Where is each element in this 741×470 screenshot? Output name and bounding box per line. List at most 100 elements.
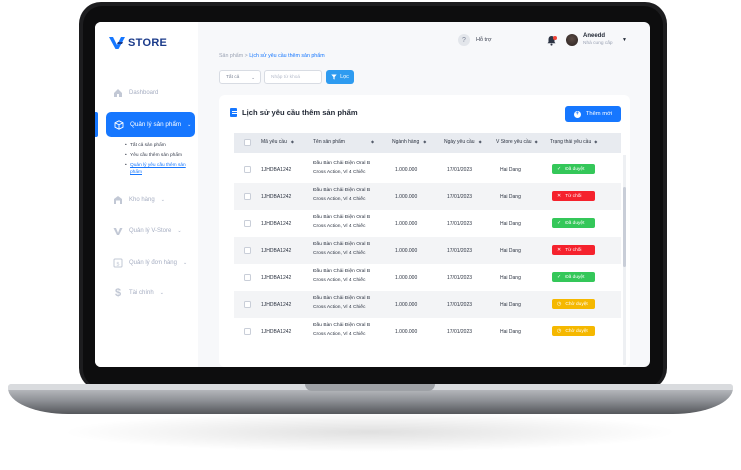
row-checkbox[interactable] [244,247,251,254]
table-row[interactable]: 1JHDBA1242 Đầu Bàn Chải Điện Oral B Cross… [234,264,621,291]
chevron-down-icon: ⌄ [187,121,192,128]
status-label: Từ chối [565,193,582,199]
cell-category: 1.000.000 [395,248,418,254]
help-link[interactable]: ? Hỗ trợ [458,34,492,46]
requests-card: Lịch sử yêu cầu thêm sản phẩm + Thêm mới… [219,95,630,367]
sidebar-item-dashboard[interactable]: Dashboard [113,88,158,98]
sort-icon: ◆ [534,139,538,144]
submenu-all-products[interactable]: Tất cả sản phẩm [125,143,166,150]
breadcrumb-root[interactable]: Sản phẩm [219,53,243,59]
user-role: Nhà cung cấp [583,41,613,46]
row-checkbox[interactable] [244,193,251,200]
column-header-label: Ngày yêu cầu [444,139,475,145]
home-icon [113,88,123,98]
avatar[interactable] [566,34,578,46]
v-logo-icon [109,37,125,49]
cell-date: 17/01/2023 [447,248,473,254]
status-select-value: Tất cả [226,75,240,80]
status-label: Đã duyệt [565,166,585,172]
submenu-manage-requests[interactable]: Quản lý yêu cầu thêm sản phẩm [125,163,192,176]
sort-icon: ◆ [290,139,294,144]
cell-store: Hai Dang [500,221,521,227]
table-header: Mã yêu cầu ◆ Tên sản phẩm ◆ Ngành hàng ◆ Ng… [234,133,621,153]
cell-date: 17/01/2023 [447,275,473,281]
row-checkbox[interactable] [244,328,251,335]
breadcrumb-current: Lịch sử yêu cầu thêm sản phẩm [249,53,325,59]
row-checkbox[interactable] [244,301,251,308]
cell-product-name: Đầu Bàn Chải Điện Oral B Cross Action, V… [313,161,371,175]
breadcrumb-separator: > [244,53,248,59]
table-row[interactable]: 1JHDBA1242 Đầu Bàn Chải Điện Oral B Cross… [234,210,621,237]
cell-code: 1JHDBA1242 [261,329,292,335]
status-label: Chờ duyệt [565,328,588,334]
sidebar-item-finance[interactable]: $ Tài chính ⌄ [113,287,164,299]
filter-button[interactable]: Lọc [326,70,354,84]
column-header-name[interactable]: Tên sản phẩm ◆ [313,139,374,145]
status-badge: ✓ Đã duyệt [552,218,595,228]
submenu-request-product[interactable]: Yêu cầu thêm sản phẩm [125,153,182,160]
status-label: Đã duyệt [565,220,585,226]
sidebar-item-label: Tài chính [129,290,154,296]
table-row[interactable]: 1JHDBA1242 Đầu Bàn Chải Điện Oral B Cross… [234,291,621,318]
clock-icon: ◷ [557,301,562,307]
sidebar-item-vstore[interactable]: Quản lý V-Store ⌄ [113,226,182,236]
add-new-button[interactable]: + Thêm mới [565,106,621,122]
sidebar-item-products[interactable]: Quản lý sản phẩm ⌄ [106,112,195,137]
sort-icon: ◆ [478,139,482,144]
dollar-icon: $ [114,287,122,299]
status-badge: ◷ Chờ duyệt [552,326,595,336]
cell-code: 1JHDBA1242 [261,248,292,254]
row-checkbox[interactable] [244,220,251,227]
sort-icon: ◆ [594,139,598,144]
column-header-label: Ngành hàng [392,139,420,145]
cell-product-name: Đầu Bàn Chải Điện Oral B Cross Action, V… [313,269,371,283]
column-header-status[interactable]: Trạng thái yêu cầu ◆ [550,139,597,145]
cell-date: 17/01/2023 [447,329,473,335]
check-icon: ✓ [557,166,562,172]
clock-icon: ◷ [557,328,562,334]
filter-button-label: Lọc [340,74,349,80]
table-row[interactable]: 1JHDBA1242 Đầu Bàn Chải Điện Oral B Cross… [234,318,621,345]
row-checkbox[interactable] [244,274,251,281]
chevron-down-icon: ⌄ [182,260,188,266]
cell-store: Hai Dang [500,302,521,308]
status-label: Chờ duyệt [565,301,588,307]
chevron-down-icon: ⌄ [159,290,164,296]
user-name: Aneedd [583,33,606,39]
column-header-category[interactable]: Ngành hàng ◆ [392,139,426,145]
notification-dot [553,36,557,40]
status-badge: ◷ Chờ duyệt [552,299,595,309]
cell-date: 17/01/2023 [447,194,473,200]
sidebar-item-label: Dashboard [129,90,159,96]
column-header-code[interactable]: Mã yêu cầu ◆ [261,139,294,145]
column-header-store[interactable]: V Store yêu cầu ◆ [496,139,538,145]
row-checkbox[interactable] [244,166,251,173]
table-row[interactable]: 1JHDBA1242 Đầu Bàn Chải Điện Oral B Cross… [234,237,621,264]
select-all-checkbox[interactable] [244,139,251,146]
warehouse-icon [113,195,123,205]
chevron-down-icon: ⌄ [177,228,182,234]
check-icon: ✓ [557,274,562,280]
status-badge: ✕ Từ chối [552,245,595,255]
vertical-scrollbar[interactable] [623,155,626,365]
check-icon: ✓ [557,220,562,226]
close-icon: ✕ [557,193,562,199]
table-row[interactable]: 1JHDBA1242 Đầu Bàn Chải Điện Oral B Cross… [234,183,621,210]
cell-category: 1.000.000 [395,194,418,200]
sidebar-item-warehouse[interactable]: Kho hàng ⌄ [113,195,165,205]
caret-down-icon[interactable]: ▼ [622,37,627,43]
cell-code: 1JHDBA1242 [261,302,292,308]
scrollbar-thumb[interactable] [623,187,626,267]
table-row[interactable]: 1JHDBA1242 Đầu Bàn Chải Điện Oral B Cross… [234,156,621,183]
status-select[interactable]: Tất cả ⌄ [219,70,261,84]
column-header-date[interactable]: Ngày yêu cầu ◆ [444,139,482,145]
cell-category: 1.000.000 [395,221,418,227]
sidebar-item-orders[interactable]: $ Quản lý đơn hàng ⌄ [113,258,187,268]
status-badge: ✕ Từ chối [552,191,595,201]
breadcrumb: Sản phẩm > Lịch sử yêu cầu thêm sản phẩm [219,53,325,59]
chevron-down-icon: ⌄ [251,75,255,80]
sidebar-item-label: Quản lý sản phẩm [130,121,182,128]
logo[interactable]: STORE [109,36,167,50]
chevron-down-icon: ⌄ [160,197,165,203]
search-input[interactable]: Nhập từ khoá [264,70,322,84]
